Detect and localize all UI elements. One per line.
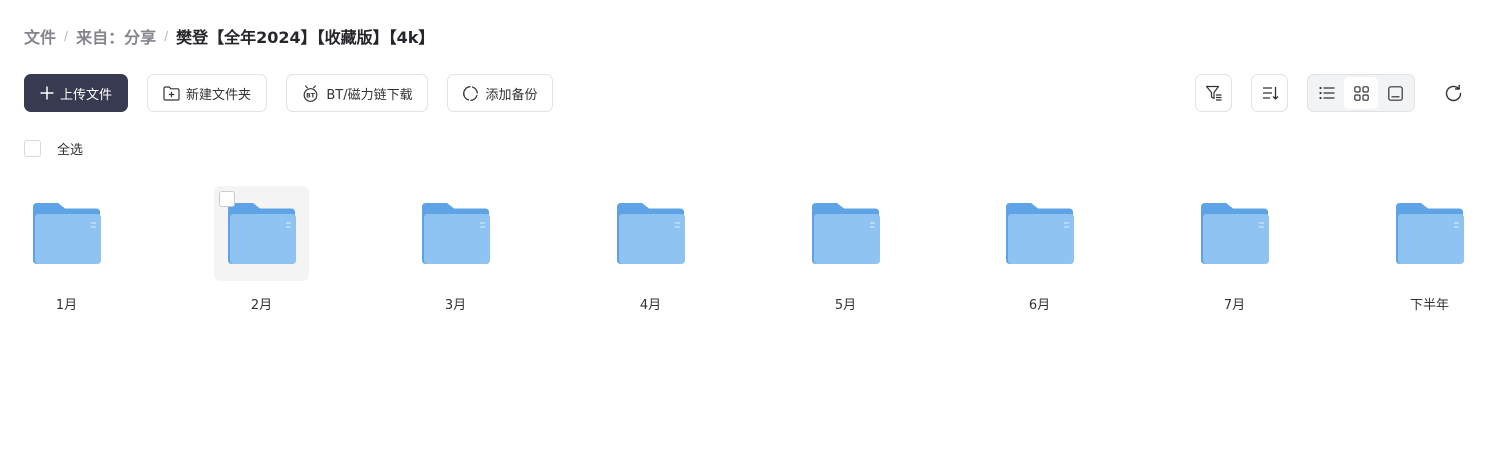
folder-name: 7月 <box>1223 298 1246 313</box>
refresh-icon <box>1445 84 1461 101</box>
svg-text:BT: BT <box>307 92 317 99</box>
folder-name: 6月 <box>1028 298 1051 313</box>
folder-icon <box>617 203 685 264</box>
preview-view-button[interactable] <box>1378 77 1412 109</box>
file-grid: 1月 2月 3月 4月 5月 6月 7月 下半年 <box>0 186 1494 326</box>
folder-icon <box>1201 203 1269 264</box>
list-view-button[interactable] <box>1310 77 1344 109</box>
folder-icon <box>1006 203 1074 264</box>
refresh-button[interactable] <box>1437 74 1469 112</box>
sync-icon <box>463 85 479 101</box>
folder-item[interactable]: 7月 <box>1187 186 1282 318</box>
folder-icon <box>228 203 296 264</box>
folder-name: 5月 <box>834 298 857 313</box>
breadcrumb-separator: / <box>164 29 169 43</box>
plus-icon <box>40 86 54 100</box>
breadcrumb-current-folder: 樊登【全年2024】【收藏版】【4k】 <box>176 28 435 47</box>
folder-select-checkbox[interactable] <box>219 191 235 207</box>
filter-icon <box>1205 85 1221 101</box>
sort-icon <box>1262 87 1278 100</box>
breadcrumb-separator: / <box>64 29 69 43</box>
folder-name: 4月 <box>639 298 662 313</box>
folder-item[interactable]: 3月 <box>408 186 503 318</box>
grid-view-button[interactable] <box>1344 77 1378 109</box>
grid-icon <box>1353 85 1369 101</box>
folder-plus-icon <box>163 85 180 101</box>
bt-magnet-download-label: BT/磁力链下载 <box>326 87 413 103</box>
folder-icon <box>33 203 101 264</box>
select-all[interactable]: 全选 <box>24 139 83 158</box>
sort-button[interactable] <box>1251 74 1288 112</box>
folder-item[interactable]: 2月 <box>214 186 309 318</box>
upload-button-label: 上传文件 <box>59 87 112 103</box>
select-all-checkbox[interactable] <box>24 140 41 157</box>
toolbar: 上传文件 新建文件夹 BT BT/磁力链下载 添加备份 <box>24 74 1470 112</box>
folder-item[interactable]: 5月 <box>798 186 893 318</box>
folder-name: 下半年 <box>1409 298 1449 313</box>
add-backup-button[interactable]: 添加备份 <box>447 74 553 112</box>
folder-item[interactable]: 下半年 <box>1382 186 1477 318</box>
new-folder-button[interactable]: 新建文件夹 <box>147 74 267 112</box>
folder-icon <box>812 203 880 264</box>
preview-icon <box>1387 85 1403 101</box>
breadcrumb-files[interactable]: 文件 <box>24 24 56 48</box>
bt-magnet-download-button[interactable]: BT BT/磁力链下载 <box>286 74 428 112</box>
bt-icon: BT <box>303 84 318 102</box>
folder-item[interactable]: 6月 <box>992 186 1087 318</box>
folder-icon <box>422 203 490 264</box>
folder-item[interactable]: 4月 <box>603 186 698 318</box>
folder-name: 2月 <box>250 298 273 313</box>
folder-name: 1月 <box>55 298 78 313</box>
list-icon <box>1319 86 1335 100</box>
select-all-label: 全选 <box>57 143 84 158</box>
breadcrumb: 文件 / 来自：分享 / 樊登【全年2024】【收藏版】【4k】 <box>24 24 434 48</box>
view-mode-switcher <box>1307 74 1415 112</box>
new-folder-button-label: 新建文件夹 <box>185 87 251 103</box>
folder-item[interactable]: 1月 <box>19 186 114 318</box>
add-backup-label: 添加备份 <box>485 87 538 103</box>
breadcrumb-from-share[interactable]: 来自：分享 <box>76 24 156 48</box>
filter-button[interactable] <box>1195 74 1232 112</box>
folder-name: 3月 <box>444 298 467 313</box>
folder-icon <box>1396 203 1464 264</box>
upload-button[interactable]: 上传文件 <box>24 74 128 112</box>
